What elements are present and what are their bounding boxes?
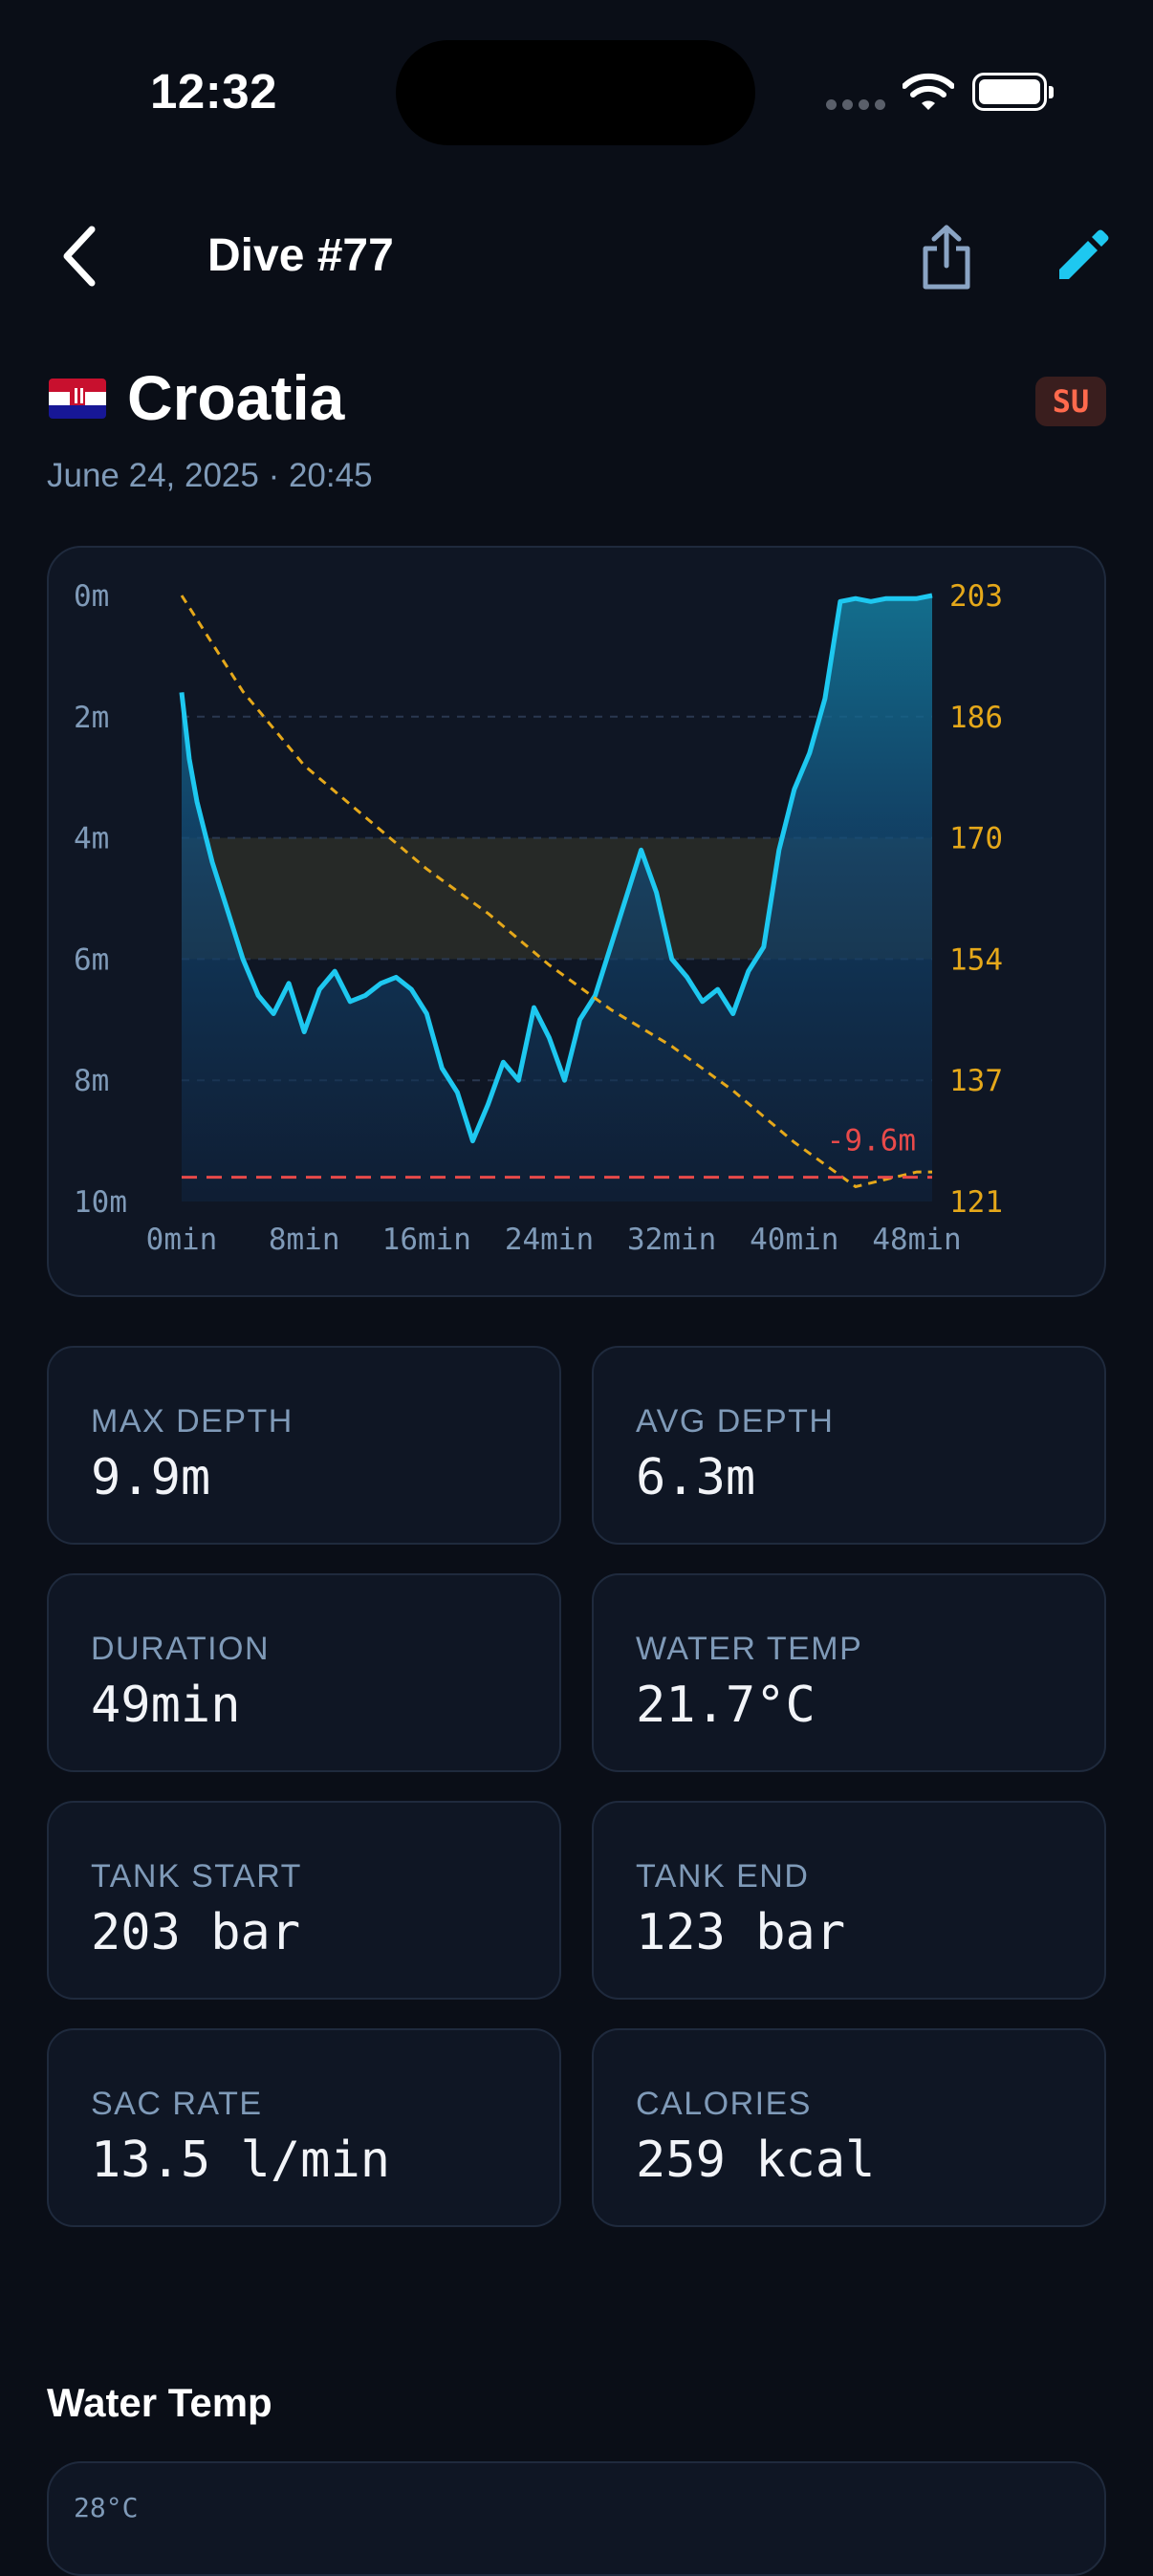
- stat-label: TANK START: [91, 1858, 302, 1894]
- time-axis-tick: 40min: [750, 1223, 838, 1257]
- depth-profile-svg: -9.6m 0m 2m 4m 6m 8m 10m 203 186 170 154 137 121 0min…: [74, 579, 1003, 1257]
- stat-label: AVG DEPTH: [636, 1403, 835, 1440]
- stat-label: TANK END: [636, 1858, 810, 1894]
- country-title: Croatia: [127, 362, 345, 433]
- pressure-axis-tick: 154: [949, 942, 1003, 977]
- status-time: 12:32: [150, 64, 277, 119]
- stat-value: 49min: [91, 1677, 241, 1734]
- time-axis-tick: 24min: [505, 1223, 594, 1257]
- pressure-axis-tick: 137: [949, 1064, 1003, 1098]
- depth-axis-tick: 10m: [74, 1185, 127, 1220]
- stat-label: WATER TEMP: [636, 1631, 863, 1667]
- stat-value: 123 bar: [636, 1904, 846, 1961]
- dive-datetime: June 24, 2025 · 20:45: [47, 457, 373, 494]
- share-button[interactable]: [920, 224, 973, 295]
- stat-value: 259 kcal: [636, 2132, 876, 2189]
- depth-profile-chart: -9.6m 0m 2m 4m 6m 8m 10m 203 186 170 154 137 121 0min…: [47, 546, 1106, 1297]
- time-axis-tick: 32min: [627, 1223, 716, 1257]
- depth-axis-tick: 4m: [74, 822, 109, 856]
- edit-button[interactable]: [1055, 227, 1111, 288]
- water-temp-chart: 28°C: [47, 2461, 1106, 2576]
- chevron-left-icon: [63, 226, 96, 287]
- stat-label: MAX DEPTH: [91, 1403, 294, 1440]
- stat-tank-end: TANK END 123 bar: [592, 1801, 1106, 2000]
- pressure-axis-tick: 121: [949, 1185, 1003, 1220]
- back-button[interactable]: [59, 226, 98, 292]
- cellular-signal-icon: [826, 99, 885, 110]
- depth-axis-tick: 0m: [74, 579, 109, 614]
- share-icon: [923, 225, 970, 290]
- stat-tank-start: TANK START 203 bar: [47, 1801, 561, 2000]
- stat-sac-rate: SAC RATE 13.5 l/min: [47, 2028, 561, 2227]
- nav-title: Dive #77: [207, 230, 394, 281]
- time-axis-tick: 0min: [146, 1223, 218, 1257]
- pencil-icon: [1059, 229, 1109, 279]
- stat-water-temp: WATER TEMP 21.7°C: [592, 1573, 1106, 1772]
- stat-duration: DURATION 49min: [47, 1573, 561, 1772]
- pressure-axis-tick: 203: [949, 579, 1003, 614]
- stat-value: 21.7°C: [636, 1677, 816, 1734]
- max-depth-label: -9.6m: [827, 1124, 916, 1158]
- stat-max-depth: MAX DEPTH 9.9m: [47, 1346, 561, 1545]
- temp-axis-tick: 28°C: [74, 2492, 139, 2523]
- croatia-flag-icon: [49, 379, 106, 419]
- wifi-icon: [902, 73, 955, 116]
- stat-value: 6.3m: [636, 1449, 756, 1506]
- depth-axis-tick: 6m: [74, 942, 109, 977]
- stat-label: DURATION: [91, 1631, 271, 1667]
- stat-avg-depth: AVG DEPTH 6.3m: [592, 1346, 1106, 1545]
- stat-value: 9.9m: [91, 1449, 211, 1506]
- depth-axis-tick: 2m: [74, 701, 109, 735]
- time-axis-tick: 8min: [269, 1223, 340, 1257]
- stat-value: 13.5 l/min: [91, 2132, 391, 2189]
- water-temp-section-title: Water Temp: [47, 2380, 272, 2425]
- pressure-axis-tick: 186: [949, 701, 1003, 735]
- pressure-axis-tick: 170: [949, 822, 1003, 856]
- stat-value: 203 bar: [91, 1904, 301, 1961]
- battery-icon: [972, 73, 1054, 111]
- time-axis-tick: 16min: [382, 1223, 471, 1257]
- stat-label: SAC RATE: [91, 2086, 263, 2122]
- stat-calories: CALORIES 259 kcal: [592, 2028, 1106, 2227]
- dynamic-island: [396, 40, 755, 145]
- time-axis-tick: 48min: [872, 1223, 961, 1257]
- stat-label: CALORIES: [636, 2086, 812, 2122]
- depth-axis-tick: 8m: [74, 1064, 109, 1098]
- certification-badge: SU: [1035, 377, 1106, 426]
